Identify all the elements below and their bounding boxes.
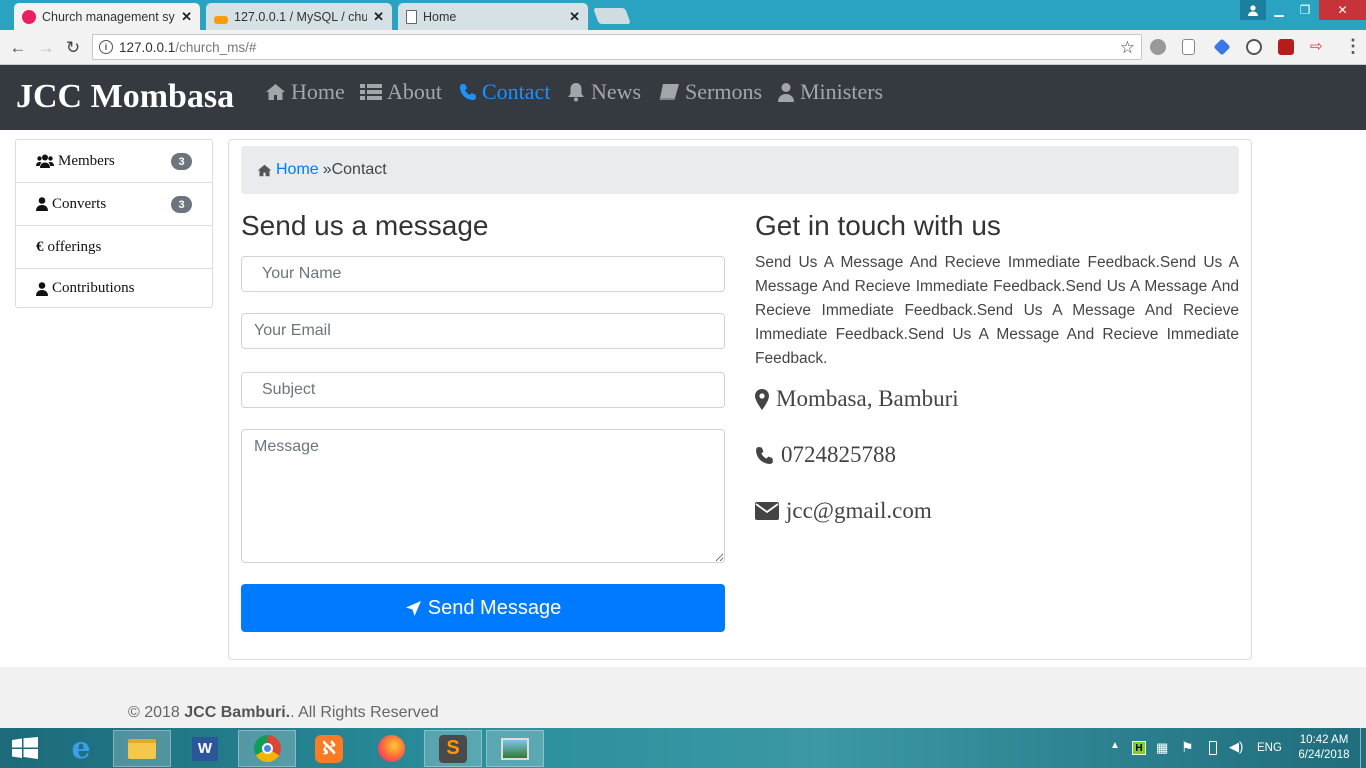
sidebar-item-members[interactable]: Members 3 [16, 140, 212, 183]
contact-location: Mombasa, Bamburi [755, 386, 959, 412]
send-message-button[interactable]: Send Message [241, 584, 725, 632]
clock[interactable]: 10:42 AM 6/24/2018 [1298, 734, 1350, 761]
url-host: 127.0.0.1 [119, 39, 176, 55]
back-arrow-icon[interactable]: ← [8, 38, 28, 58]
envelope-icon [755, 502, 779, 520]
breadcrumb-separator: » [322, 161, 332, 178]
message-textarea[interactable] [241, 429, 725, 563]
nav-link-sermons[interactable]: Sermons [658, 79, 762, 105]
subject-input[interactable] [241, 372, 725, 408]
extension-icon[interactable] [1150, 39, 1166, 55]
close-window-button[interactable]: ✕ [1319, 0, 1366, 20]
breadcrumb: Home » Contact [241, 146, 1239, 194]
breadcrumb-current: Contact [331, 161, 387, 178]
forward-arrow-icon[interactable]: → [36, 38, 56, 58]
windows-start-icon[interactable] [12, 737, 38, 764]
nav-link-contact[interactable]: Contact [459, 79, 550, 105]
close-tab-icon[interactable]: ✕ [181, 9, 192, 25]
document-extension-icon[interactable] [1182, 39, 1195, 55]
nav-link-news[interactable]: News [566, 79, 641, 105]
phone-icon [460, 84, 476, 100]
converts-count-badge: 3 [171, 196, 192, 213]
contact-heading: Get in touch with us [755, 210, 1001, 241]
show-desktop-button[interactable] [1360, 728, 1366, 768]
xampp-icon[interactable]: ℵ [300, 730, 358, 767]
form-heading: Send us a message [241, 210, 489, 241]
bookmark-star-icon[interactable]: ☆ [1120, 38, 1135, 58]
sidebar-item-offerings[interactable]: € offerings [16, 226, 212, 269]
minimize-window-button[interactable]: ▁ [1266, 0, 1292, 20]
contact-email: jcc@gmail.com [755, 498, 932, 524]
show-hidden-icons-icon[interactable]: ▲ [1110, 740, 1120, 751]
maximize-window-button[interactable]: ❐ [1292, 0, 1318, 20]
site-info-icon[interactable]: i [99, 40, 113, 54]
email-input[interactable] [241, 313, 725, 349]
home-icon [266, 84, 285, 100]
close-tab-icon[interactable]: ✕ [373, 9, 384, 25]
name-input[interactable] [241, 256, 725, 292]
profile-icon[interactable] [1240, 0, 1266, 20]
sublime-text-icon[interactable]: S [424, 730, 482, 767]
bell-icon [568, 83, 584, 102]
url-path: /church_ms/# [175, 39, 257, 55]
nav-link-ministers[interactable]: Ministers [777, 79, 883, 105]
reload-icon[interactable]: ↻ [63, 38, 83, 58]
pdf-extension-icon[interactable] [1278, 39, 1294, 55]
sidebar-item-contributions[interactable]: Contributions [16, 267, 212, 310]
close-tab-icon[interactable]: ✕ [569, 9, 580, 25]
book-icon [659, 84, 679, 100]
contact-description: Send Us A Message And Recieve Immediate … [755, 254, 1239, 367]
breadcrumb-home-link[interactable]: Home [276, 161, 319, 179]
contact-phone: 0724825788 [755, 442, 896, 468]
euro-icon: € [36, 238, 44, 255]
word-icon[interactable]: W [176, 730, 234, 767]
map-marker-icon [755, 388, 769, 410]
share-extension-icon[interactable]: ⇨ [1310, 37, 1326, 55]
page-favicon-icon [406, 9, 417, 24]
nav-link-about[interactable]: About [360, 79, 442, 105]
phone-icon [756, 446, 773, 464]
graduation-extension-icon[interactable] [1213, 38, 1231, 56]
sidebar-menu: Members 3 Converts 3 € offerings Contrib… [15, 139, 213, 308]
eye-extension-icon[interactable] [1246, 39, 1262, 55]
action-center-flag-icon[interactable]: ⚑ [1181, 739, 1194, 756]
home-icon [257, 164, 272, 176]
phpmyadmin-favicon-icon [214, 15, 228, 24]
battery-icon[interactable] [1209, 741, 1217, 755]
sidebar-item-converts[interactable]: Converts 3 [16, 183, 212, 226]
users-icon [36, 154, 54, 168]
browser-tab-strip [0, 0, 1366, 30]
browser-tab-mysql[interactable]: 127.0.0.1 / MySQL / churc ✕ [206, 3, 392, 30]
language-indicator[interactable]: ENG [1257, 742, 1282, 754]
firefox-icon[interactable] [362, 730, 420, 767]
volume-icon[interactable]: ◀) [1229, 739, 1243, 755]
browser-tab-church[interactable]: Church management syst ✕ [14, 3, 200, 30]
photos-app-icon[interactable] [486, 730, 544, 767]
file-explorer-icon[interactable] [113, 730, 171, 767]
tray-app-icon[interactable]: H [1132, 741, 1146, 755]
network-icon[interactable]: ▦ [1156, 740, 1168, 756]
browser-tab-home[interactable]: Home ✕ [398, 3, 588, 30]
chrome-icon[interactable] [238, 730, 296, 767]
address-bar[interactable]: i 127.0.0.1/church_ms/# ☆ [92, 34, 1142, 60]
chrome-menu-icon[interactable]: ⋮ [1344, 36, 1362, 57]
user-icon [36, 197, 48, 211]
internet-explorer-icon[interactable]: e [52, 730, 110, 767]
brand-logo-text[interactable]: JCC Mombasa [16, 78, 234, 116]
user-icon [36, 281, 48, 296]
list-icon [360, 84, 382, 100]
members-count-badge: 3 [171, 153, 192, 170]
browser-toolbar: ← → ↻ i 127.0.0.1/church_ms/# ☆ ⇨ ⋮ [0, 30, 1366, 65]
user-icon [778, 83, 794, 102]
nav-link-home[interactable]: Home [265, 79, 345, 105]
new-tab-button[interactable] [593, 8, 631, 24]
church-app-favicon-icon [22, 9, 36, 24]
paper-plane-icon [405, 600, 421, 616]
copyright-text: © 2018 JCC Bamburi.. All Rights Reserved [128, 704, 439, 721]
